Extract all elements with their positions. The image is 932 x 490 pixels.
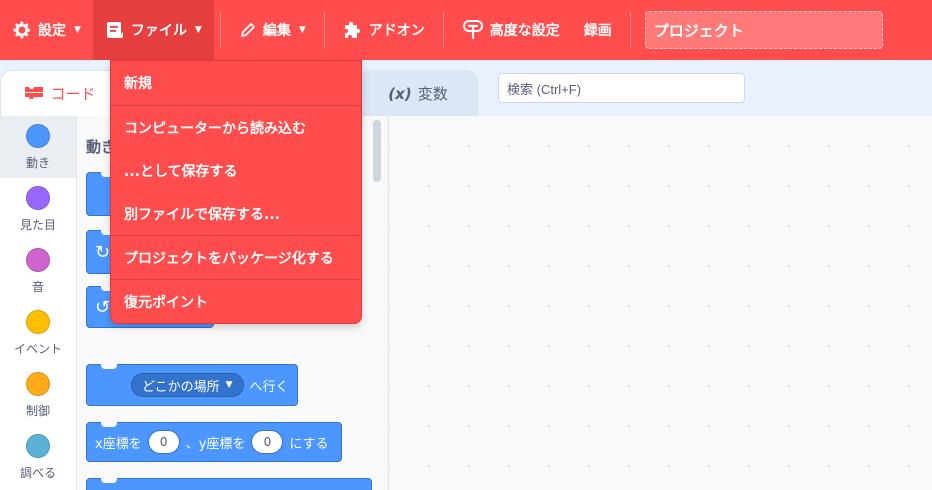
category-label: 動き bbox=[25, 155, 50, 170]
file-icon bbox=[105, 20, 125, 40]
menu-item-save-as[interactable]: ...として保存する bbox=[111, 149, 361, 192]
record-label: 録画 bbox=[583, 23, 612, 39]
motion-dot-icon bbox=[26, 123, 50, 148]
category-control[interactable]: 制御 bbox=[0, 364, 76, 426]
tab-code[interactable]: コード bbox=[0, 70, 120, 116]
settings-menu[interactable]: 設定 ▼ bbox=[0, 0, 93, 60]
events-dot-icon bbox=[26, 309, 50, 334]
setxy-x-label: x座標を bbox=[95, 436, 142, 452]
category-label: 見た目 bbox=[19, 217, 56, 232]
chevron-down-icon: ▼ bbox=[225, 380, 233, 390]
edit-menu[interactable]: 編集 ▼ bbox=[227, 0, 318, 60]
goto-suffix: へ行く bbox=[249, 379, 289, 395]
record-button[interactable]: 録画 bbox=[572, 0, 624, 60]
menu-divider bbox=[219, 12, 221, 48]
chevron-down-icon: ▼ bbox=[194, 25, 202, 35]
variable-icon: (x) bbox=[388, 84, 412, 103]
menu-item-new[interactable]: 新規 bbox=[111, 61, 361, 105]
pencil-icon bbox=[239, 21, 257, 39]
goto-target-dropdown[interactable]: どこかの場所 ▼ bbox=[131, 373, 244, 397]
category-events[interactable]: イベント bbox=[0, 302, 76, 364]
sound-dot-icon bbox=[26, 247, 50, 272]
rotate-right-icon: ↻ bbox=[95, 241, 111, 263]
file-dropdown-menu: 新規 コンピューターから読み込む ...として保存する 別ファイルで保存する..… bbox=[110, 60, 362, 324]
project-title-input[interactable]: プロジェクト bbox=[644, 11, 883, 49]
tab-variables-label: 変数 bbox=[417, 85, 448, 103]
addons-label: アドオン bbox=[368, 23, 425, 39]
category-label: イベント bbox=[13, 341, 62, 356]
rotate-left-icon: ↺ bbox=[95, 296, 111, 318]
menu-item-save-copy[interactable]: 別ファイルで保存する... bbox=[111, 192, 361, 235]
sensing-dot-icon bbox=[26, 433, 50, 458]
file-label: ファイル bbox=[130, 23, 187, 39]
category-menu: 動き 見た目 音 イベント 制御 調べる bbox=[0, 116, 77, 490]
menu-divider bbox=[629, 12, 631, 48]
goto-target-label: どこかの場所 bbox=[142, 379, 220, 395]
category-sensing[interactable]: 調べる bbox=[0, 426, 76, 488]
control-dot-icon bbox=[26, 371, 50, 396]
category-sound[interactable]: 音 bbox=[0, 240, 76, 302]
menu-item-load[interactable]: コンピューターから読み込む bbox=[111, 105, 361, 149]
category-label: 調べる bbox=[19, 465, 56, 480]
looks-dot-icon bbox=[26, 185, 50, 210]
category-label: 音 bbox=[31, 279, 44, 294]
search-input[interactable]: 検索 (Ctrl+F) bbox=[498, 73, 745, 103]
palette-scrollbar[interactable] bbox=[373, 120, 381, 182]
category-label: 制御 bbox=[25, 403, 50, 418]
tab-code-label: コード bbox=[50, 85, 96, 103]
edit-label: 編集 bbox=[262, 23, 291, 39]
advanced-settings-button[interactable]: 高度な設定 bbox=[450, 0, 572, 60]
setxy-sep: 、y座標を bbox=[185, 436, 246, 452]
goto-block[interactable]: どこかの場所 ▼ へ行く bbox=[86, 364, 298, 406]
category-motion[interactable]: 動き bbox=[0, 116, 76, 178]
puzzle-icon bbox=[343, 20, 363, 40]
gear-icon bbox=[12, 20, 32, 40]
advanced-label: 高度な設定 bbox=[489, 23, 560, 39]
x-value-input[interactable]: 0 bbox=[147, 430, 180, 454]
turbowarp-icon bbox=[462, 19, 484, 41]
y-value-input[interactable]: 0 bbox=[251, 430, 284, 454]
file-menu[interactable]: ファイル ▼ bbox=[92, 0, 214, 60]
menu-item-package[interactable]: プロジェクトをパッケージ化する bbox=[111, 235, 361, 279]
addons-button[interactable]: アドオン bbox=[331, 0, 437, 60]
chevron-down-icon: ▼ bbox=[74, 25, 81, 35]
menu-divider bbox=[442, 12, 444, 48]
chevron-down-icon: ▼ bbox=[298, 25, 306, 35]
code-icon bbox=[24, 85, 44, 103]
setxy-block[interactable]: x座標を 0 、y座標を 0 にする bbox=[86, 422, 342, 462]
setxy-suffix: にする bbox=[289, 436, 329, 452]
menu-divider bbox=[323, 12, 325, 48]
menu-item-restore[interactable]: 復元ポイント bbox=[111, 279, 361, 323]
settings-label: 設定 bbox=[38, 23, 66, 39]
tab-variables[interactable]: (x) 変数 bbox=[358, 70, 478, 116]
block-notch bbox=[101, 364, 117, 369]
next-block[interactable] bbox=[86, 478, 372, 490]
category-looks[interactable]: 見た目 bbox=[0, 178, 76, 240]
script-workspace[interactable] bbox=[389, 116, 932, 490]
block-notch bbox=[101, 422, 117, 427]
block-notch bbox=[101, 478, 117, 483]
menu-bar: 設定 ▼ ファイル ▼ 編集 ▼ アドオン 高度な設定 録画 プロジェクト bbox=[0, 0, 932, 60]
